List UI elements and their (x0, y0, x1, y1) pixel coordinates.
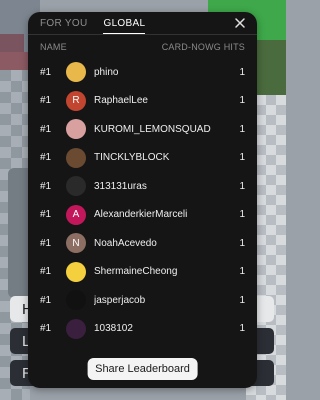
avatar: A (66, 204, 86, 225)
close-icon[interactable] (233, 16, 247, 30)
hits-count: 1 (239, 237, 245, 249)
rank-label: #1 (40, 266, 52, 278)
leaderboard-row: #1 N NoahAcevedo 1 (40, 229, 245, 258)
share-leaderboard-button[interactable]: Share Leaderboard (87, 358, 198, 380)
leaderboard-row: #1 TINCKLYBLOCK 1 (40, 144, 245, 173)
hits-count: 1 (239, 266, 245, 278)
avatar (66, 261, 86, 282)
player-name: phino (94, 66, 119, 78)
hits-count: 1 (239, 123, 245, 135)
leaderboard-panel: FOR YOU GLOBAL NAME CARD-NOWG HITS #1 phi… (28, 12, 257, 388)
rank-label: #1 (40, 209, 52, 221)
leaderboard-row: #1 phino 1 (40, 58, 245, 87)
background-block (0, 52, 28, 70)
avatar: R (66, 90, 86, 111)
player-name: NoahAcevedo (94, 237, 157, 249)
hits-count: 1 (239, 294, 245, 306)
header-name: NAME (40, 42, 67, 52)
rank-label: #1 (40, 237, 52, 249)
rank-label: #1 (40, 66, 52, 78)
avatar: N (66, 233, 86, 254)
header-hits: CARD-NOWG HITS (161, 42, 245, 52)
avatar (66, 290, 86, 311)
player-name: TINCKLYBLOCK (94, 152, 170, 164)
rank-label: #1 (40, 323, 52, 335)
rank-label: #1 (40, 123, 52, 135)
table-header: NAME CARD-NOWG HITS (40, 42, 245, 52)
avatar (66, 176, 86, 197)
player-name: AlexanderkierMarceli (94, 209, 188, 221)
leaderboard-tabs: FOR YOU GLOBAL (40, 17, 146, 34)
hits-count: 1 (239, 66, 245, 78)
tab-for-you[interactable]: FOR YOU (40, 17, 87, 34)
player-name: 1038102 (94, 323, 133, 335)
avatar (66, 147, 86, 168)
rank-label: #1 (40, 180, 52, 192)
tab-global[interactable]: GLOBAL (103, 17, 146, 34)
player-name: KUROMI_LEMONSQUAD (94, 123, 211, 135)
tab-divider (28, 34, 257, 35)
player-name: jasperjacob (94, 294, 146, 306)
hits-count: 1 (239, 95, 245, 107)
avatar (66, 318, 86, 339)
leaderboard-row: #1 A AlexanderkierMarceli 1 (40, 201, 245, 230)
leaderboard-list: #1 phino 1 #1 R RaphaelLee 1 #1 KUROMI_LEMONSQUA… (40, 58, 245, 343)
leaderboard-row: #1 KUROMI_LEMONSQUAD 1 (40, 115, 245, 144)
leaderboard-row: #1 R RaphaelLee 1 (40, 87, 245, 116)
leaderboard-row: #1 jasperjacob 1 (40, 286, 245, 315)
hits-count: 1 (239, 152, 245, 164)
hits-count: 1 (239, 209, 245, 221)
rank-label: #1 (40, 152, 52, 164)
player-name: RaphaelLee (94, 95, 148, 107)
leaderboard-row: #1 ShermaineCheong 1 (40, 258, 245, 287)
hits-count: 1 (239, 323, 245, 335)
hits-count: 1 (239, 180, 245, 192)
rank-label: #1 (40, 95, 52, 107)
avatar (66, 119, 86, 140)
avatar (66, 62, 86, 83)
player-name: ShermaineCheong (94, 266, 178, 278)
background-grass (256, 40, 286, 100)
leaderboard-row: #1 1038102 1 (40, 315, 245, 344)
leaderboard-row: #1 313131uras 1 (40, 172, 245, 201)
player-name: 313131uras (94, 180, 147, 192)
rank-label: #1 (40, 294, 52, 306)
